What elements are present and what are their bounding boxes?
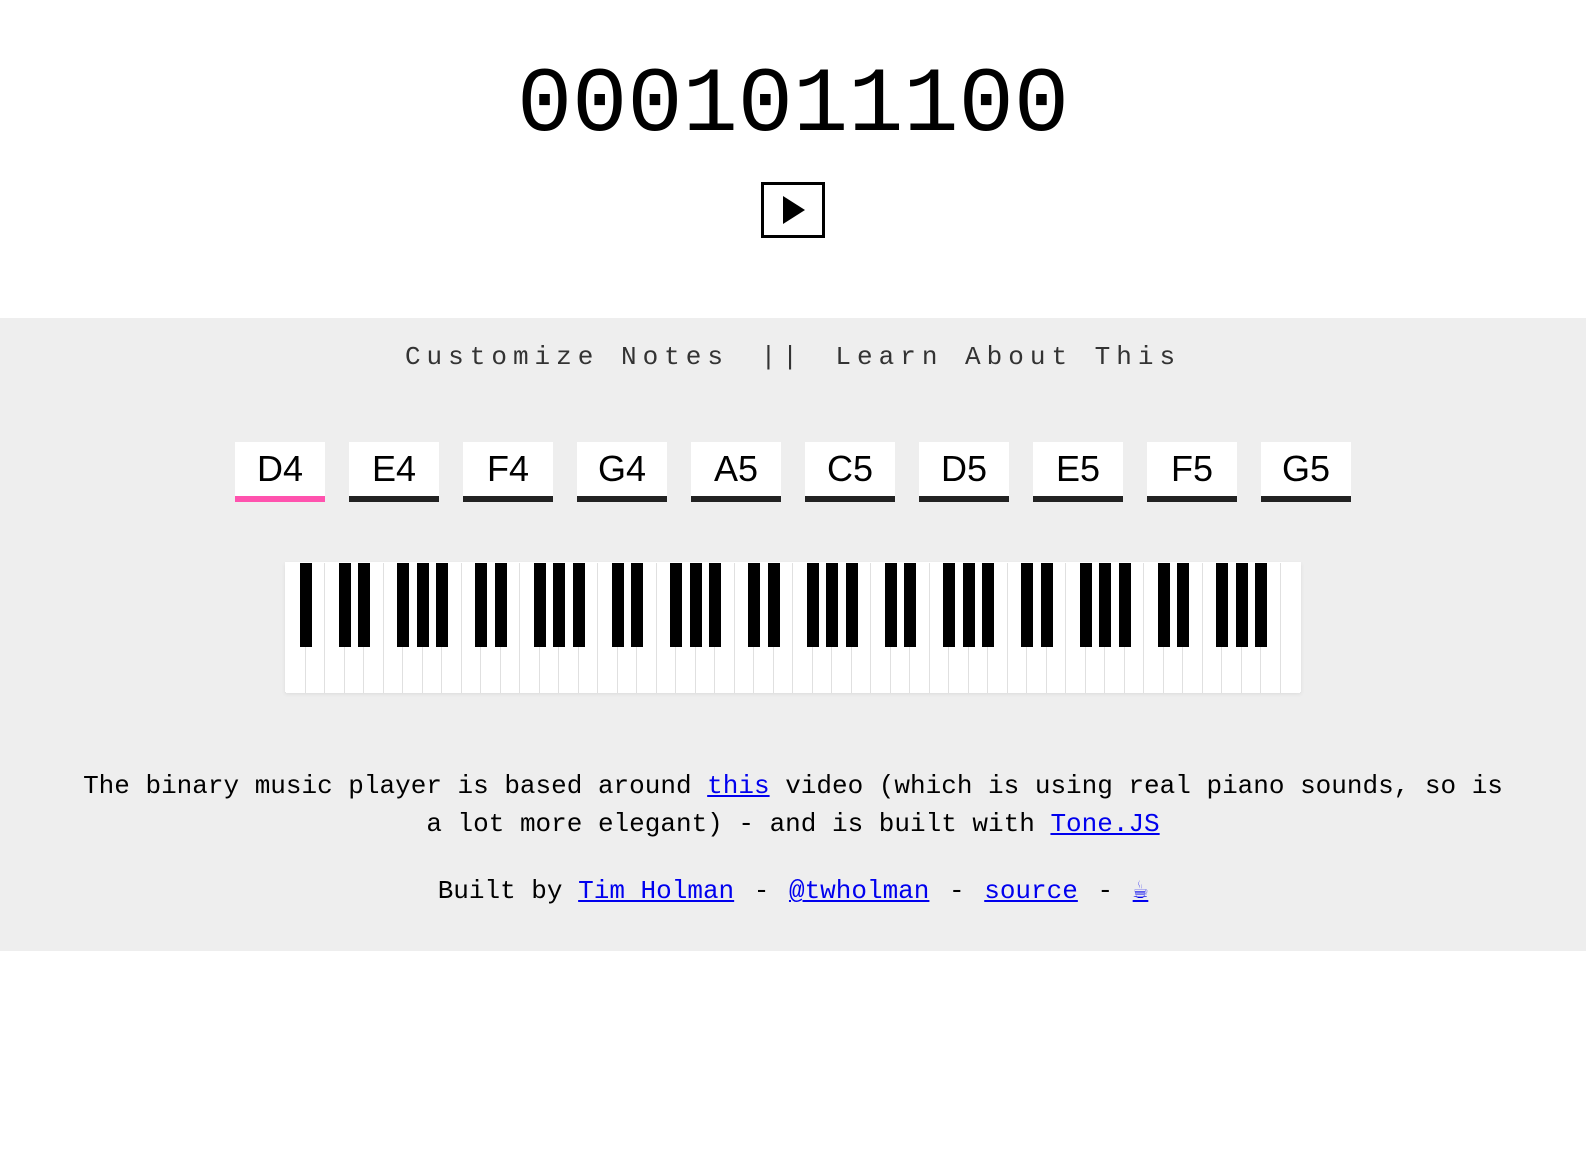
black-key[interactable] xyxy=(982,563,994,647)
desc-link-tonejs[interactable]: Tone.JS xyxy=(1050,809,1159,839)
black-key[interactable] xyxy=(417,563,429,647)
black-key[interactable] xyxy=(1021,563,1033,647)
black-key[interactable] xyxy=(885,563,897,647)
note-input-2[interactable] xyxy=(463,442,553,502)
black-key[interactable] xyxy=(1216,563,1228,647)
black-key[interactable] xyxy=(534,563,546,647)
black-key[interactable] xyxy=(670,563,682,647)
black-key[interactable] xyxy=(709,563,721,647)
credit-twitter-link[interactable]: @twholman xyxy=(789,876,929,906)
binary-counter: 0001011100 xyxy=(0,60,1586,152)
note-input-7[interactable] xyxy=(1033,442,1123,502)
description: The binary music player is based around … xyxy=(0,768,1586,911)
note-input-4[interactable] xyxy=(691,442,781,502)
note-input-8[interactable] xyxy=(1147,442,1237,502)
black-key[interactable] xyxy=(768,563,780,647)
credit-sep-1: - xyxy=(738,876,785,906)
black-key[interactable] xyxy=(573,563,585,647)
black-key[interactable] xyxy=(846,563,858,647)
black-key[interactable] xyxy=(748,563,760,647)
header-section: 0001011100 xyxy=(0,0,1586,318)
black-key[interactable] xyxy=(436,563,448,647)
note-input-6[interactable] xyxy=(919,442,1009,502)
credit-source-link[interactable]: source xyxy=(984,876,1078,906)
play-button[interactable] xyxy=(761,182,825,238)
black-key[interactable] xyxy=(1099,563,1111,647)
note-input-3[interactable] xyxy=(577,442,667,502)
nav-customize[interactable]: Customize Notes xyxy=(405,342,729,372)
credit-sep-3: - xyxy=(1082,876,1129,906)
black-key[interactable] xyxy=(553,563,565,647)
black-key[interactable] xyxy=(631,563,643,647)
desc-text-1: The binary music player is based around xyxy=(83,771,707,801)
black-key[interactable] xyxy=(826,563,838,647)
black-key[interactable] xyxy=(1255,563,1267,647)
credit-prefix: Built by xyxy=(438,876,578,906)
black-key[interactable] xyxy=(963,563,975,647)
credit-author-link[interactable]: Tim Holman xyxy=(578,876,734,906)
black-key[interactable] xyxy=(1080,563,1092,647)
credit-sep-2: - xyxy=(933,876,980,906)
note-inputs-row xyxy=(0,442,1586,502)
black-key[interactable] xyxy=(358,563,370,647)
play-icon xyxy=(781,196,805,224)
content-section: Customize Notes || Learn About This The … xyxy=(0,318,1586,951)
section-nav: Customize Notes || Learn About This xyxy=(0,342,1586,372)
credit-coffee-link[interactable]: ☕ xyxy=(1133,876,1149,906)
credit-line: Built by Tim Holman - @twholman - source… xyxy=(80,873,1506,911)
nav-learn[interactable]: Learn About This xyxy=(835,342,1181,372)
note-input-1[interactable] xyxy=(349,442,439,502)
piano-keyboard[interactable] xyxy=(285,562,1301,692)
note-input-5[interactable] xyxy=(805,442,895,502)
desc-link-video[interactable]: this xyxy=(707,771,769,801)
note-input-9[interactable] xyxy=(1261,442,1351,502)
black-key[interactable] xyxy=(1236,563,1248,647)
black-key[interactable] xyxy=(612,563,624,647)
black-key[interactable] xyxy=(690,563,702,647)
nav-separator: || xyxy=(761,342,804,372)
white-key[interactable] xyxy=(1281,563,1301,693)
piano-wrap xyxy=(0,562,1586,698)
black-key[interactable] xyxy=(1177,563,1189,647)
black-key[interactable] xyxy=(904,563,916,647)
black-key[interactable] xyxy=(1119,563,1131,647)
black-key[interactable] xyxy=(495,563,507,647)
black-key[interactable] xyxy=(807,563,819,647)
black-key[interactable] xyxy=(943,563,955,647)
black-key[interactable] xyxy=(475,563,487,647)
black-key[interactable] xyxy=(300,563,312,647)
black-key[interactable] xyxy=(397,563,409,647)
black-key[interactable] xyxy=(1041,563,1053,647)
black-key[interactable] xyxy=(1158,563,1170,647)
black-key[interactable] xyxy=(339,563,351,647)
note-input-0[interactable] xyxy=(235,442,325,502)
